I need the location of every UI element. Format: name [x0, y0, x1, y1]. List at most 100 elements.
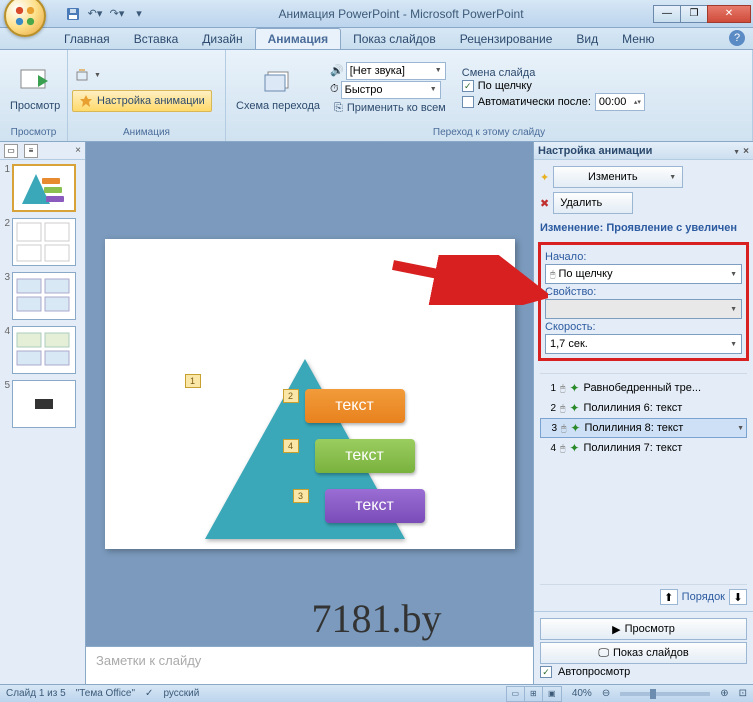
outline-tab-icon[interactable]: ≡ [24, 144, 38, 158]
zoom-slider[interactable] [620, 692, 710, 696]
minimize-button[interactable]: — [653, 5, 681, 23]
anim-tag-2[interactable]: 2 [283, 389, 299, 403]
close-thumbnails-icon[interactable]: × [75, 145, 81, 156]
animation-list: 1🖱✦Равнобедренный тре... 2🖱✦Полилиния 6:… [540, 373, 747, 580]
custom-animation-button[interactable]: Настройка анимации [72, 90, 212, 112]
main-area: ▭ ≡ × 1 2 3 4 5 текст текст текст 1 2 [0, 142, 753, 684]
transition-sound-dropdown[interactable]: [Нет звука]▼ [346, 62, 446, 80]
property-dropdown: ▼ [545, 299, 742, 319]
close-task-pane-icon[interactable]: × [743, 146, 749, 157]
mouse-icon: 🖱 [560, 443, 565, 454]
language-status[interactable]: русский [163, 688, 199, 699]
tab-home[interactable]: Главная [52, 29, 122, 49]
view-buttons: ▭ ⊞ ▣ [506, 686, 562, 702]
slides-tab-icon[interactable]: ▭ [4, 144, 18, 158]
autopreview-checkbox[interactable]: ✓ [540, 666, 552, 678]
group-preview-label: Просмотр [4, 126, 63, 139]
on-click-checkbox[interactable]: ✓ [462, 80, 474, 92]
anim-tag-1[interactable]: 1 [185, 374, 201, 388]
thumbnails-header: ▭ ≡ × [0, 142, 85, 160]
sorter-view-button[interactable]: ⊞ [525, 687, 543, 701]
redo-icon[interactable]: ↷▾ [108, 5, 126, 23]
animate-dropdown[interactable]: ▼ [72, 66, 212, 84]
smartart-pyramid[interactable]: текст текст текст 1 2 4 3 [175, 359, 455, 559]
anim-tag-4[interactable]: 4 [283, 439, 299, 453]
window-title: Анимация PowerPoint - Microsoft PowerPoi… [148, 7, 654, 21]
item-menu-icon[interactable]: ▼ [737, 425, 744, 432]
spellcheck-icon[interactable]: ✓ [145, 688, 153, 699]
slide-edit-area: текст текст текст 1 2 4 3 7181.by Заметк… [86, 142, 533, 684]
task-pane-menu-icon[interactable]: ▼ [733, 149, 740, 156]
slideshow-button[interactable]: 🖵Показ слайдов [540, 642, 747, 664]
tab-insert[interactable]: Вставка [122, 29, 191, 49]
delete-effect-button[interactable]: Удалить [553, 192, 633, 214]
animation-item-3[interactable]: 3🖱✦Полилиния 8: текст▼ [540, 418, 747, 438]
close-button[interactable]: ✕ [707, 5, 751, 23]
screen-icon: 🖵 [598, 647, 609, 660]
start-dropdown[interactable]: 🖱 По щелчку▼ [545, 264, 742, 284]
maximize-button[interactable]: ❐ [680, 5, 708, 23]
tab-review[interactable]: Рецензирование [448, 29, 565, 49]
zoom-in-button[interactable]: ⊕ [720, 688, 728, 699]
tab-view[interactable]: Вид [564, 29, 610, 49]
tab-slideshow[interactable]: Показ слайдов [341, 29, 448, 49]
slide-canvas[interactable]: текст текст текст 1 2 4 3 [86, 142, 533, 646]
preview-icon [19, 66, 51, 98]
current-slide[interactable]: текст текст текст 1 2 4 3 [105, 239, 515, 549]
slide-thumbnail-4[interactable] [12, 326, 76, 374]
undo-icon[interactable]: ↶▾ [86, 5, 104, 23]
star-icon: ✦ [569, 381, 579, 395]
star-icon: ✦ [570, 421, 580, 435]
delete-icon: ✖ [540, 197, 549, 210]
sound-icon: 🔊 [330, 64, 344, 77]
speed-label: Скорость: [545, 321, 742, 333]
transition-scheme-icon [262, 66, 294, 98]
text-box-2[interactable]: текст [315, 439, 415, 473]
tab-design[interactable]: Дизайн [190, 29, 254, 49]
change-effect-button[interactable]: Изменить▼ [553, 166, 683, 188]
slide-thumbnail-1[interactable] [12, 164, 76, 212]
tab-animation[interactable]: Анимация [255, 28, 341, 49]
star-icon: ✦ [569, 401, 579, 415]
save-icon[interactable] [64, 5, 82, 23]
animation-item-4[interactable]: 4🖱✦Полилиния 7: текст [540, 438, 747, 458]
slide-thumbnail-2[interactable] [12, 218, 76, 266]
slideshow-view-button[interactable]: ▣ [543, 687, 561, 701]
theme-status: "Тема Office" [76, 688, 135, 699]
animation-item-1[interactable]: 1🖱✦Равнобедренный тре... [540, 378, 747, 398]
notes-pane[interactable]: Заметки к слайду [86, 646, 533, 684]
auto-after-checkbox[interactable] [462, 96, 474, 108]
slide-thumbnail-5[interactable] [12, 380, 76, 428]
start-label: Начало: [545, 251, 742, 263]
preview-button[interactable]: Просмотр [4, 64, 66, 114]
text-box-3[interactable]: текст [325, 489, 425, 523]
apply-to-all-button[interactable]: ⎘Применить ко всем [330, 100, 450, 117]
speed-dropdown[interactable]: 1,7 сек.▼ [545, 334, 742, 354]
transition-speed-dropdown[interactable]: Быстро▼ [341, 81, 441, 99]
auto-after-time[interactable]: 00:00▴▾ [595, 93, 645, 111]
title-bar: ↶▾ ↷▾ ▾ Анимация PowerPoint - Microsoft … [0, 0, 753, 28]
advance-slide-label: Смена слайда [462, 67, 645, 79]
tab-menu[interactable]: Меню [610, 29, 666, 49]
slide-number-status: Слайд 1 из 5 [6, 688, 66, 699]
anim-tag-3[interactable]: 3 [293, 489, 309, 503]
property-label: Свойство: [545, 286, 742, 298]
speed-icon: ⏱ [330, 83, 339, 96]
zoom-percent[interactable]: 40% [572, 688, 592, 699]
zoom-out-button[interactable]: ⊖ [602, 688, 610, 699]
slide-thumbnail-3[interactable] [12, 272, 76, 320]
effect-change-header: Изменение: Проявление с увеличен [540, 218, 747, 236]
star-icon: ✦ [569, 441, 579, 455]
transition-scheme-button[interactable]: Схема перехода [230, 64, 326, 114]
task-pane-header: Настройка анимации ▼ × [534, 142, 753, 160]
normal-view-button[interactable]: ▭ [507, 687, 525, 701]
animation-item-2[interactable]: 2🖱✦Полилиния 6: текст [540, 398, 747, 418]
qat-dropdown-icon[interactable]: ▾ [130, 5, 148, 23]
mouse-icon: 🖱 [561, 423, 566, 434]
text-box-1[interactable]: текст [305, 389, 405, 423]
mouse-icon: 🖱 [560, 383, 565, 394]
watermark-text: 7181.by [0, 595, 753, 642]
highlighted-settings-box: Начало: 🖱 По щелчку▼ Свойство: ▼ Скорост… [538, 242, 749, 361]
help-icon[interactable]: ? [729, 30, 745, 46]
fit-window-button[interactable]: ⊡ [739, 688, 747, 699]
